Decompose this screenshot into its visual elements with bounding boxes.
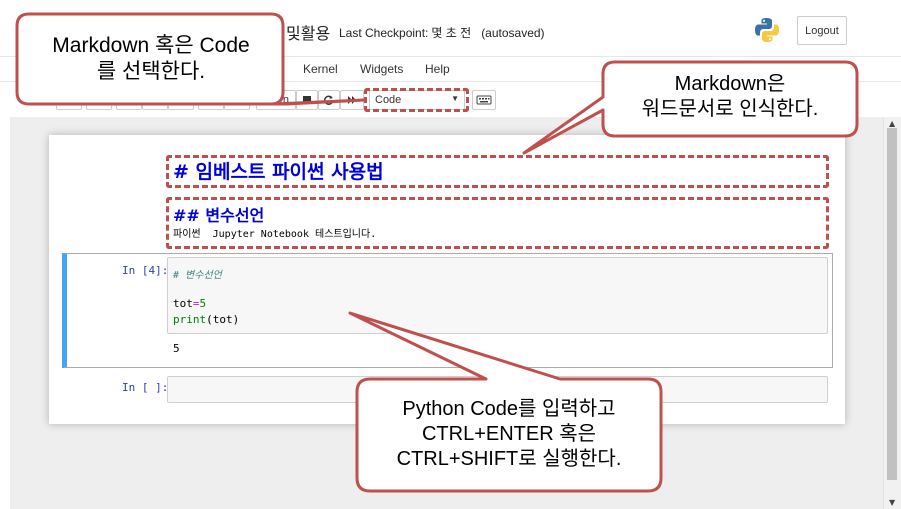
code-line-assign: tot=5 — [173, 297, 206, 310]
paste-cell-button[interactable] — [168, 90, 194, 110]
checkpoint-time: 몇 초 전 — [431, 26, 472, 40]
builtin-print: print — [173, 313, 207, 326]
menu-widgets[interactable]: Widgets — [360, 62, 403, 76]
restart-icon — [324, 95, 334, 105]
logout-button[interactable]: Logout — [797, 16, 847, 45]
command-palette-button[interactable] — [472, 90, 496, 110]
save-button[interactable] — [56, 90, 82, 110]
move-up-button[interactable] — [198, 90, 224, 110]
cell-output: 5 — [173, 342, 180, 355]
scroll-up-icon[interactable]: ▲ — [889, 119, 895, 128]
callout-run-line-2: CTRL+ENTER 혹은 — [421, 423, 597, 445]
scrollbar-thumb[interactable] — [887, 128, 897, 480]
input-prompt: In [4]: — [122, 264, 169, 277]
interrupt-kernel-button[interactable] — [296, 90, 318, 110]
callout-cell-type-line-1: Markdown 혹은 Code — [52, 34, 250, 57]
callout-run-line-1: Python Code를 입력하고 — [402, 398, 616, 420]
add-cell-button[interactable] — [86, 90, 112, 110]
callout-markdown-text: Markdown은 워드문서로 인식한다. — [606, 72, 854, 122]
checkpoint-label: Last Checkpoint: — [339, 26, 429, 40]
copy-cell-button[interactable] — [142, 90, 168, 110]
assign-operator: = — [192, 297, 200, 310]
variable-name: tot — [173, 297, 193, 310]
notebook-title[interactable]: 및활용 — [286, 20, 330, 44]
autosave-status: (autosaved) — [481, 26, 545, 40]
callout-run-text: Python Code를 입력하고 CTRL+ENTER 혹은 CTRL+SHI… — [359, 397, 659, 472]
callout-run-line-3: CTRL+SHIFT로 실행한다. — [396, 448, 622, 470]
move-down-button[interactable] — [224, 90, 250, 110]
markdown-h1-highlight — [166, 155, 829, 188]
code-editor[interactable]: # 변수선언 tot=5 print(tot) — [167, 257, 828, 334]
run-button[interactable]: n — [256, 90, 296, 110]
fast-forward-icon — [348, 96, 356, 104]
callout-cell-type-line-2: 를 선택한다. — [96, 60, 206, 84]
callout-markdown-line-1: Markdown은 — [674, 73, 786, 95]
cut-cell-button[interactable] — [116, 90, 142, 110]
checkpoint-status: Last Checkpoint: 몇 초 전 (autosaved) — [339, 24, 545, 41]
callout-cell-type-text: Markdown 혹은 Code 를 선택한다. — [20, 33, 282, 86]
restart-kernel-button[interactable] — [318, 90, 340, 110]
number-literal: 5 — [199, 297, 207, 310]
scroll-down-icon[interactable]: ▼ — [889, 498, 895, 507]
print-args: (tot) — [206, 313, 240, 326]
stop-icon — [303, 96, 311, 104]
callout-markdown-line-2: 워드문서로 인식한다. — [641, 98, 819, 120]
restart-run-all-button[interactable] — [340, 90, 364, 110]
markdown-h2-highlight — [166, 197, 829, 249]
menu-help[interactable]: Help — [425, 62, 450, 76]
code-comment: # 변수선언 — [173, 270, 222, 281]
menu-kernel[interactable]: Kernel — [303, 62, 338, 76]
python-logo-icon — [755, 18, 779, 42]
run-button-label: n — [282, 94, 289, 106]
cell-type-highlight — [364, 88, 469, 112]
code-line-print: print(tot) — [173, 313, 239, 326]
empty-cell-prompt: In [ ]: — [122, 381, 169, 394]
vertical-scrollbar[interactable]: ▲ ▼ — [883, 117, 901, 509]
keyboard-icon — [476, 95, 492, 105]
